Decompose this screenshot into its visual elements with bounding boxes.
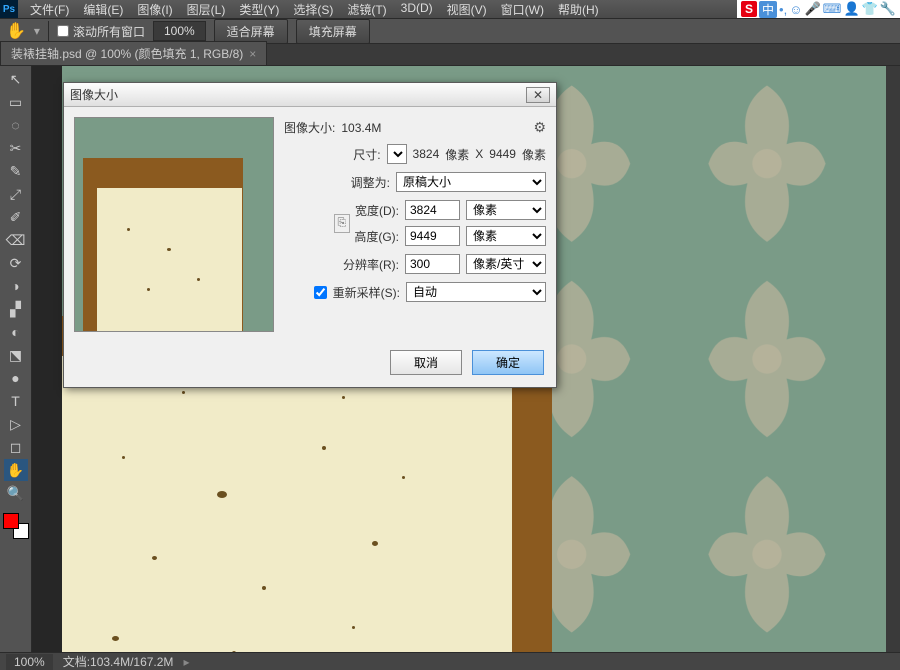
ok-button[interactable]: 确定 xyxy=(472,350,544,375)
gradient-tool[interactable]: ▞ xyxy=(4,298,28,320)
menu-select[interactable]: 选择(S) xyxy=(287,0,339,20)
eyedropper-tool[interactable]: ✎ xyxy=(4,160,28,182)
width-input[interactable] xyxy=(405,200,460,220)
dimensions-label: 尺寸: xyxy=(353,146,380,163)
clone-tool[interactable]: ⌫ xyxy=(4,229,28,251)
dim-height: 9449 xyxy=(489,147,516,161)
menu-file[interactable]: 文件(F) xyxy=(24,0,75,20)
foreground-color[interactable] xyxy=(3,513,19,529)
dim-unit-select[interactable] xyxy=(387,144,407,164)
menu-window[interactable]: 窗口(W) xyxy=(495,0,550,20)
menu-image[interactable]: 图像(I) xyxy=(131,0,178,20)
width-label: 宽度(D): xyxy=(355,202,399,219)
zoom-value[interactable]: 100% xyxy=(153,21,206,41)
resolution-input[interactable] xyxy=(405,254,460,274)
gear-icon[interactable]: ⚙ xyxy=(533,119,546,136)
dialog-title: 图像大小 xyxy=(70,86,526,103)
dim-unit-h: 像素 xyxy=(522,146,546,163)
resample-checkbox[interactable] xyxy=(314,286,327,299)
menu-filter[interactable]: 滤镜(T) xyxy=(341,0,392,20)
document-tab-bar: 装裱挂轴.psd @ 100% (颜色填充 1, RGB/8) × xyxy=(0,44,900,66)
sogou-icon[interactable]: S xyxy=(741,1,757,17)
menu-edit[interactable]: 编辑(E) xyxy=(77,0,129,20)
vertical-scrollbar[interactable] xyxy=(886,66,900,652)
menu-type[interactable]: 类型(Y) xyxy=(233,0,285,20)
scroll-all-input[interactable] xyxy=(57,25,69,37)
image-size-label: 图像大小: xyxy=(284,119,335,136)
hand-tool-icon[interactable]: ✋ xyxy=(6,21,26,41)
history-brush-tool[interactable]: ⟳ xyxy=(4,252,28,274)
path-select-tool[interactable]: ▷ xyxy=(4,413,28,435)
shape-tool[interactable]: ◻ xyxy=(4,436,28,458)
dim-width: 3824 xyxy=(413,147,440,161)
fill-screen-button[interactable]: 填充屏幕 xyxy=(296,19,370,44)
ime-punct-icon[interactable]: •, xyxy=(779,2,787,17)
menu-help[interactable]: 帮助(H) xyxy=(552,0,605,20)
tab-close-icon[interactable]: × xyxy=(249,47,256,61)
resolution-unit-select[interactable]: 像素/英寸 xyxy=(466,254,546,274)
ime-lang[interactable]: 中 xyxy=(759,1,777,18)
dialog-titlebar[interactable]: 图像大小 ✕ xyxy=(64,83,556,107)
resolution-label: 分辨率(R): xyxy=(343,256,399,273)
zoom-tool[interactable]: 🔍 xyxy=(4,482,28,504)
document-tab[interactable]: 装裱挂轴.psd @ 100% (颜色填充 1, RGB/8) × xyxy=(0,41,267,65)
resample-label: 重新采样(S): xyxy=(333,284,400,301)
status-zoom[interactable]: 100% xyxy=(6,654,53,670)
hand-tool[interactable]: ✋ xyxy=(4,459,28,481)
ime-emoji-icon[interactable]: ☺ xyxy=(789,2,802,17)
tool-palette: ↖ ▭ ◌ ✂ ✎ ⤢ ✐ ⌫ ⟳ ◑ ▞ ◐ ⬔ ● T ▷ ◻ ✋ 🔍 xyxy=(0,66,32,652)
ps-logo: Ps xyxy=(0,0,18,18)
scroll-all-label: 滚动所有窗口 xyxy=(73,23,145,40)
ime-user-icon[interactable]: 👤 xyxy=(843,1,859,17)
type-tool[interactable]: T xyxy=(4,390,28,412)
marquee-tool[interactable]: ▭ xyxy=(4,91,28,113)
menu-bar: 文件(F) 编辑(E) 图像(I) 图层(L) 类型(Y) 选择(S) 滤镜(T… xyxy=(18,0,737,20)
crop-tool[interactable]: ✂ xyxy=(4,137,28,159)
height-label: 高度(G): xyxy=(354,228,399,245)
dodge-tool[interactable]: ⬔ xyxy=(4,344,28,366)
status-arrow-icon[interactable]: ▸ xyxy=(183,655,189,669)
scroll-all-checkbox[interactable]: 滚动所有窗口 xyxy=(57,23,145,40)
width-unit-select[interactable]: 像素 xyxy=(466,200,546,220)
resample-select[interactable]: 自动 xyxy=(406,282,546,302)
blur-tool[interactable]: ◐ xyxy=(4,321,28,343)
menu-layer[interactable]: 图层(L) xyxy=(181,0,232,20)
ime-mic-icon[interactable]: 🎤 xyxy=(804,1,820,17)
image-size-value: 103.4M xyxy=(341,121,381,135)
paper-layer xyxy=(62,356,512,652)
status-doc-size: 文档:103.4M/167.2M xyxy=(63,653,174,670)
height-unit-select[interactable]: 像素 xyxy=(466,226,546,246)
dialog-close-button[interactable]: ✕ xyxy=(526,87,550,103)
lasso-tool[interactable]: ◌ xyxy=(4,114,28,136)
dim-unit-w: 像素 xyxy=(445,146,469,163)
ime-tool-icon[interactable]: 🔧 xyxy=(880,1,896,17)
height-input[interactable] xyxy=(405,226,460,246)
eraser-tool[interactable]: ◑ xyxy=(4,275,28,297)
menu-view[interactable]: 视图(V) xyxy=(441,0,493,20)
title-bar: Ps 文件(F) 编辑(E) 图像(I) 图层(L) 类型(Y) 选择(S) 滤… xyxy=(0,0,900,18)
image-size-dialog: 图像大小 ✕ 图像大小: 103.4M ⚙ 尺寸: 3824 xyxy=(63,82,557,388)
dim-x: X xyxy=(475,147,483,161)
dialog-preview xyxy=(74,117,274,332)
color-swatches[interactable] xyxy=(3,513,29,539)
document-tab-title: 装裱挂轴.psd @ 100% (颜色填充 1, RGB/8) xyxy=(11,45,243,62)
spot-heal-tool[interactable]: ⤢ xyxy=(4,183,28,205)
fit-screen-button[interactable]: 适合屏幕 xyxy=(214,19,288,44)
brush-tool[interactable]: ✐ xyxy=(4,206,28,228)
move-tool[interactable]: ↖ xyxy=(4,68,28,90)
ime-skin-icon[interactable]: 👕 xyxy=(862,1,878,17)
dialog-form: 图像大小: 103.4M ⚙ 尺寸: 3824 像素 X 9449 像素 调整为… xyxy=(284,117,546,332)
ime-toolbar: S 中 •, ☺ 🎤 ⌨ 👤 👕 🔧 xyxy=(737,0,900,18)
dropdown-icon[interactable]: ▾ xyxy=(34,24,40,38)
cancel-button[interactable]: 取消 xyxy=(390,350,462,375)
pen-tool[interactable]: ● xyxy=(4,367,28,389)
fit-to-select[interactable]: 原稿大小 xyxy=(396,172,546,192)
fit-to-label: 调整为: xyxy=(351,174,390,191)
ime-keyboard-icon[interactable]: ⌨ xyxy=(823,1,842,17)
status-bar: 100% 文档:103.4M/167.2M ▸ xyxy=(0,652,900,670)
menu-3d[interactable]: 3D(D) xyxy=(395,0,439,20)
constrain-link-icon[interactable]: ⎘ xyxy=(334,214,351,233)
